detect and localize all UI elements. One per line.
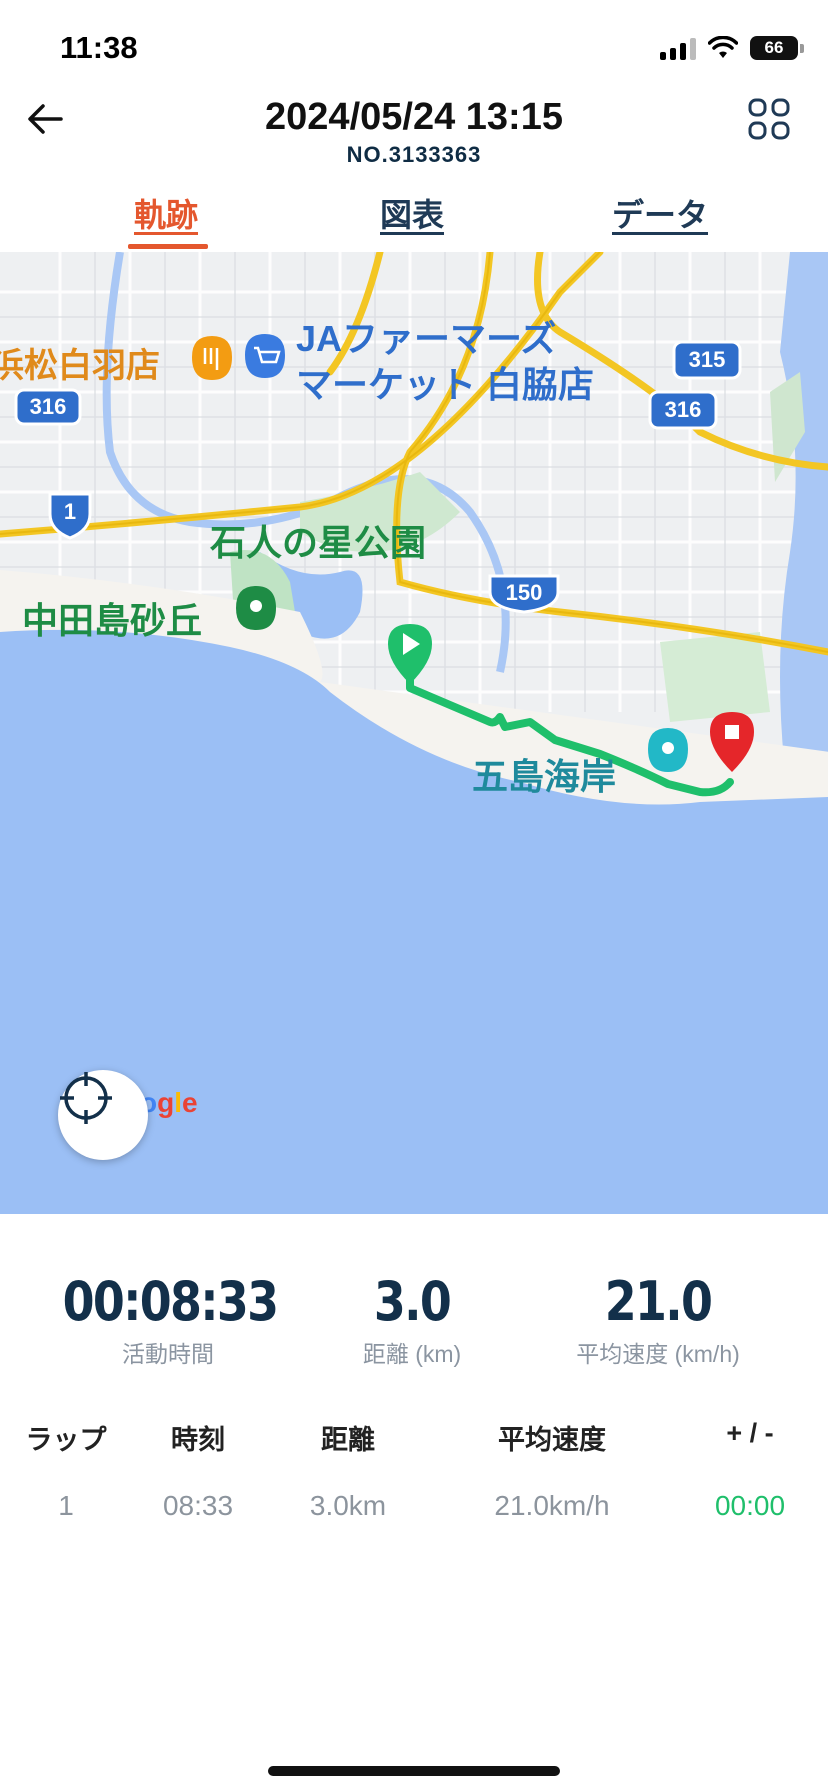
active-tab-indicator bbox=[128, 244, 208, 249]
duration-value: 00:08:33 bbox=[62, 1270, 279, 1333]
route-316-left-label: 316 bbox=[29, 394, 67, 419]
distance-value: 3.0 bbox=[373, 1270, 452, 1333]
header-avg-speed: 平均速度 bbox=[498, 1425, 606, 1455]
status-icons: 66 bbox=[660, 34, 804, 62]
google-logo: ogle bbox=[140, 1087, 198, 1118]
summary-stats: 00:08:33 活動時間 3.0 距離 (km) 21.0 平均速度 (km/… bbox=[0, 1270, 828, 1380]
distance-label: 距離 (km) bbox=[362, 1341, 462, 1367]
lap-distance: 3.0km bbox=[309, 1490, 387, 1521]
map-label-ja-market-2: マーケット 白脇店 bbox=[296, 364, 595, 405]
header-diff: + / - bbox=[726, 1418, 774, 1448]
header-distance: 距離 bbox=[321, 1425, 375, 1455]
map-label-ja-market-1: JAファーマーズ bbox=[296, 318, 557, 359]
header-lap: ラップ bbox=[25, 1425, 107, 1455]
avg-speed-value: 21.0 bbox=[604, 1270, 713, 1333]
crosshair-icon bbox=[60, 1072, 112, 1124]
wifi-icon bbox=[708, 36, 738, 58]
route-316-right-label: 316 bbox=[664, 397, 702, 422]
status-bar: 11:38 66 bbox=[0, 0, 828, 100]
tab-data[interactable]: データ bbox=[612, 190, 708, 236]
shopping-cart-pin-icon bbox=[245, 334, 285, 378]
lap-table: ラップ 時刻 距離 平均速度 + / - 1 08:33 3.0km 21.0k… bbox=[0, 1412, 828, 1556]
tab-chart[interactable]: 図表 bbox=[380, 190, 444, 236]
status-time: 11:38 bbox=[60, 30, 138, 65]
my-location-button[interactable] bbox=[58, 1070, 148, 1160]
battery-icon: 66 bbox=[750, 36, 804, 60]
route-map[interactable]: JAファーマーズ マーケット 白脇店 浜松白羽店 石人の星公園 中田島砂丘 五島… bbox=[0, 252, 828, 1214]
duration-label: 活動時間 bbox=[122, 1341, 214, 1367]
lap-diff: 00:00 bbox=[714, 1490, 786, 1521]
tab-track[interactable]: 軌跡 bbox=[134, 190, 198, 236]
header-time: 時刻 bbox=[171, 1425, 225, 1455]
map-label-ishibito-park: 石人の星公園 bbox=[210, 522, 427, 563]
beach-pin-icon bbox=[648, 728, 688, 772]
avg-speed-label: 平均速度 (km/h) bbox=[576, 1341, 740, 1367]
stat-duration: 00:08:33 活動時間 bbox=[44, 1270, 292, 1369]
map-label-hamamatsu: 浜松白羽店 bbox=[0, 347, 160, 385]
stat-avg-speed: 21.0 平均速度 (km/h) bbox=[548, 1270, 768, 1369]
start-marker-icon bbox=[388, 624, 432, 684]
park-pin-icon bbox=[236, 586, 276, 630]
table-row: 1 08:33 3.0km 21.0km/h 00:00 bbox=[0, 1484, 828, 1556]
stat-distance: 3.0 距離 (km) bbox=[330, 1270, 494, 1369]
route-315-label: 315 bbox=[688, 347, 726, 372]
restaurant-pin-icon bbox=[192, 336, 232, 380]
route-1-label: 1 bbox=[63, 499, 77, 524]
map-label-goshima: 五島海岸 bbox=[472, 756, 617, 797]
home-indicator[interactable] bbox=[268, 1766, 560, 1776]
lap-number: 1 bbox=[58, 1490, 74, 1521]
lap-time: 08:33 bbox=[162, 1490, 234, 1521]
page-title: 2024/05/24 13:15 bbox=[265, 96, 563, 138]
cellular-signal-icon bbox=[660, 36, 696, 60]
header: 2024/05/24 13:15 NO.3133363 bbox=[0, 88, 828, 178]
grid-icon bbox=[748, 98, 790, 140]
tab-bar: 軌跡 図表 データ bbox=[0, 180, 828, 252]
map-label-nakatajima: 中田島砂丘 bbox=[22, 600, 203, 641]
lap-table-header: ラップ 時刻 距離 平均速度 + / - bbox=[0, 1412, 828, 1484]
grid-menu-button[interactable] bbox=[746, 96, 792, 142]
record-number: NO.3133363 bbox=[346, 142, 482, 167]
route-150-label: 150 bbox=[505, 580, 543, 605]
lap-avg-speed: 21.0km/h bbox=[494, 1490, 610, 1521]
